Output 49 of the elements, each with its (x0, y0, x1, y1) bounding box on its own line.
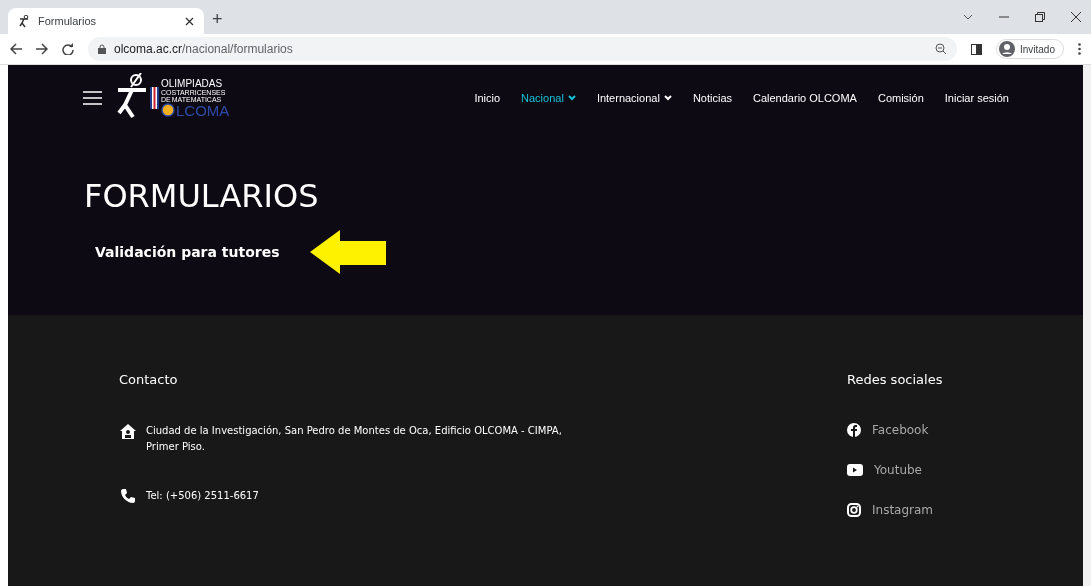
runner-icon (18, 14, 30, 28)
browser-tab[interactable]: Formularios (8, 8, 204, 34)
medal-ribbon-icon (150, 87, 159, 109)
forward-arrow-icon[interactable] (36, 43, 48, 55)
nav-link[interactable]: Calendario OLCOMA (753, 92, 857, 104)
nav-link[interactable]: Internacional (596, 92, 672, 104)
url-text: olcoma.ac.cr/nacional/formularios (114, 42, 293, 56)
nav-link[interactable]: Comisión (877, 92, 924, 104)
nav-link[interactable]: Inicio (474, 92, 501, 104)
tab-title: Formularios (38, 15, 98, 27)
close-icon[interactable] (1071, 12, 1081, 22)
menu-icon[interactable] (83, 91, 102, 105)
instagram-icon[interactable] (847, 503, 861, 517)
profile-button[interactable]: Invitado (995, 39, 1064, 59)
social-link[interactable]: Youtube (874, 463, 922, 477)
page-title: FORMULARIOS (84, 176, 320, 212)
reload-icon[interactable] (62, 43, 74, 55)
address-bar[interactable]: olcoma.ac.cr/nacional/formularios (88, 37, 957, 61)
contact-text: Ciudad de la Investigación, San Pedro de Montes de Oca, Edificio OLCOMA - CIMPA, Primer Piso. (146, 424, 563, 454)
close-icon[interactable] (185, 16, 194, 26)
side-panel-icon[interactable] (970, 43, 982, 55)
contact-text: Tel: (+506) 2511-6617 (146, 489, 260, 503)
section-heading: Contacto (119, 372, 179, 387)
restore-icon[interactable] (1035, 12, 1045, 22)
more-icon[interactable] (1078, 43, 1081, 55)
youtube-icon[interactable] (847, 464, 863, 476)
nav-link[interactable]: Nacional (521, 92, 576, 104)
lock-icon (98, 44, 106, 54)
medal-icon (161, 103, 175, 117)
house-icon (119, 424, 137, 439)
social-link[interactable]: Instagram (872, 503, 934, 517)
back-arrow-icon[interactable] (10, 43, 22, 55)
zoom-out-icon[interactable] (934, 43, 947, 55)
logo-text: OLIMPIADAS (161, 78, 224, 89)
logo-text: LCOMA (176, 102, 230, 118)
form-link[interactable]: Validación para tutores (95, 244, 280, 260)
section-heading: Redes sociales (847, 372, 944, 387)
chevron-down-icon (663, 95, 672, 101)
arrow-left-icon (309, 230, 386, 274)
new-tab-button[interactable]: + (212, 9, 223, 30)
nav-link[interactable]: Iniciar sesión (944, 92, 1009, 104)
phone-icon (119, 489, 137, 503)
facebook-icon[interactable] (847, 423, 861, 437)
chevron-down-icon[interactable] (963, 14, 973, 20)
social-link[interactable]: Facebook (872, 423, 929, 437)
person-icon (998, 41, 1015, 57)
scrollbar[interactable] (1083, 65, 1091, 586)
chevron-down-icon (567, 95, 576, 101)
nav-link[interactable]: Noticias (692, 92, 732, 104)
